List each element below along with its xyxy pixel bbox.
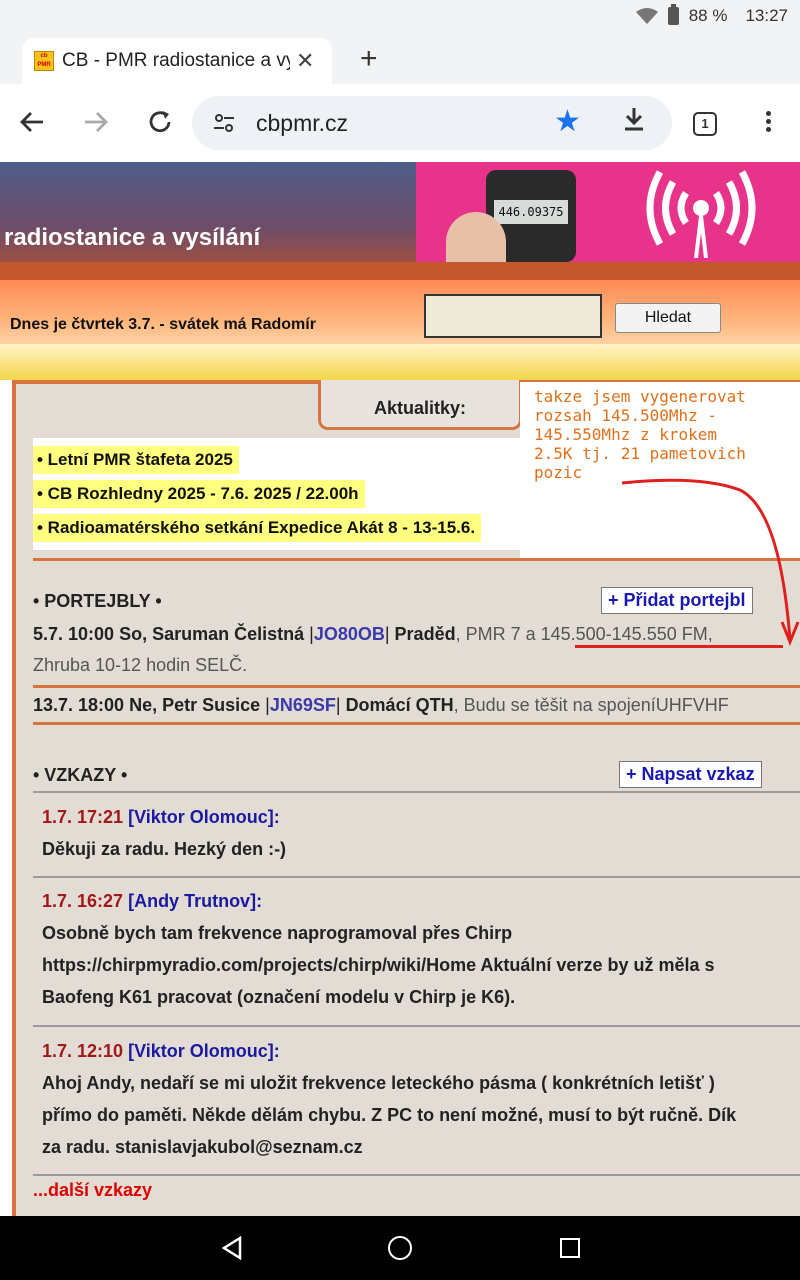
- date-search-bar: Dnes je čtvrtek 3.7. - svátek má Radomír…: [0, 280, 800, 344]
- news-item[interactable]: • CB Rozhledny 2025 - 7.6. 2025 / 22.00h: [33, 480, 365, 508]
- battery-icon: [667, 4, 679, 25]
- download-icon[interactable]: [622, 106, 646, 139]
- portejbl-info: , Budu se těšit na spojeníUHFVHF: [453, 695, 729, 715]
- banner-strip: [0, 262, 800, 280]
- site-settings-icon[interactable]: [212, 111, 236, 135]
- message-text: https://chirpmyradio.com/projects/chirp/…: [42, 955, 715, 975]
- message-item: 1.7. 12:10 [Viktor Olomouc]: Ahoj Andy, …: [42, 1035, 792, 1163]
- divider: [33, 1174, 800, 1176]
- nav-back-icon[interactable]: [220, 1236, 244, 1260]
- forward-arrow-icon[interactable]: [78, 104, 114, 140]
- more-messages-link[interactable]: ...další vzkazy: [33, 1180, 152, 1201]
- site-title: radiostanice a vysílání: [4, 224, 261, 251]
- portejbl-when: 13.7. 18:00 Ne, Petr Susice: [33, 695, 261, 715]
- message-text: za radu. stanislavjakubol@seznam.cz: [42, 1137, 363, 1157]
- status-bar: 88 % 13:27: [0, 0, 800, 34]
- message-text: Děkuji za radu. Hezký den :-): [42, 839, 287, 859]
- site-favicon-icon: cb PMR: [34, 51, 54, 71]
- bookmark-star-icon[interactable]: ★: [554, 104, 581, 139]
- write-message-button[interactable]: + Napsat vzkaz: [619, 761, 762, 788]
- red-arrow-annotation: [621, 478, 800, 647]
- divider: [33, 722, 800, 725]
- message-header: 1.7. 12:10 [Viktor Olomouc]:: [42, 1035, 792, 1067]
- url-text[interactable]: cbpmr.cz: [256, 110, 348, 137]
- menu-dots-icon[interactable]: [756, 108, 780, 140]
- message-time: 1.7. 12:10: [42, 1041, 124, 1061]
- news-item[interactable]: • Radioamatérského setkání Expedice Akát…: [33, 514, 482, 542]
- news-box: • Letní PMR štafeta 2025 • CB Rozhledny …: [33, 438, 521, 550]
- banner-image: 446.09375: [416, 162, 800, 262]
- new-tab-plus-icon[interactable]: +: [360, 42, 378, 76]
- locator-link[interactable]: JO80OB: [314, 624, 385, 644]
- message-author: [Andy Trutnov]:: [128, 891, 263, 911]
- portejbl-info-cont: Zhruba 10-12 hodin SELČ.: [33, 655, 248, 675]
- tab-switcher-button[interactable]: 1: [693, 112, 717, 136]
- locator-link[interactable]: JN69SF: [270, 695, 336, 715]
- nav-recents-icon[interactable]: [560, 1238, 580, 1258]
- browser-toolbar: cbpmr.cz ★ 1: [0, 84, 800, 162]
- vzkazy-heading: • VZKAZY •: [33, 765, 128, 785]
- news-item[interactable]: • Letní PMR štafeta 2025: [33, 446, 239, 474]
- message-time: 1.7. 17:21: [42, 807, 124, 827]
- system-nav-bar: [0, 1216, 800, 1280]
- message-item: 1.7. 16:27 [Andy Trutnov]: Osobně bych t…: [42, 885, 792, 1013]
- divider: [33, 876, 800, 878]
- nav-home-icon[interactable]: [388, 1236, 412, 1260]
- search-button[interactable]: Hledat: [615, 303, 721, 333]
- divider: [33, 685, 800, 688]
- gold-divider: [0, 344, 800, 380]
- site-banner: radiostanice a vysílání 446.09375: [0, 162, 800, 280]
- message-header: 1.7. 17:21 [Viktor Olomouc]:: [42, 801, 792, 833]
- message-time: 1.7. 16:27: [42, 891, 124, 911]
- close-icon[interactable]: ✕: [296, 48, 314, 74]
- portejbly-heading: • PORTEJBLY •: [33, 591, 162, 611]
- address-bar[interactable]: cbpmr.cz ★: [192, 96, 672, 150]
- back-arrow-icon[interactable]: [14, 104, 50, 140]
- message-author: [Viktor Olomouc]:: [128, 1041, 280, 1061]
- reload-icon[interactable]: [142, 104, 178, 140]
- message-text: Baofeng K61 pracovat (označení modelu v …: [42, 987, 516, 1007]
- tab-title: CB - PMR radiostanice a vysílání: [62, 50, 290, 71]
- message-text: přímo do paměti. Někde dělám chybu. Z PC…: [42, 1105, 737, 1125]
- search-input[interactable]: [424, 294, 602, 338]
- message-header: 1.7. 16:27 [Andy Trutnov]:: [42, 885, 792, 917]
- browser-tab[interactable]: cb PMR CB - PMR radiostanice a vysílání …: [22, 38, 332, 84]
- tab-strip: cb PMR CB - PMR radiostanice a vysílání …: [0, 34, 800, 84]
- wifi-icon: [635, 8, 658, 24]
- portejbl-place: Praděd: [394, 624, 456, 644]
- portejbl-row[interactable]: 13.7. 18:00 Ne, Petr Susice |JN69SF| Dom…: [33, 690, 729, 721]
- radio-display: 446.09375: [494, 200, 568, 224]
- portejbl-row-cont: Zhruba 10-12 hodin SELČ.: [33, 650, 247, 681]
- portejbl-when: 5.7. 10:00 So, Saruman Čelistná: [33, 624, 305, 644]
- portejbl-place: Domácí QTH: [345, 695, 454, 715]
- message-item: 1.7. 17:21 [Viktor Olomouc]: Děkuji za r…: [42, 801, 792, 865]
- message-text: Ahoj Andy, nedaří se mi uložit frekvence…: [42, 1073, 715, 1093]
- clock: 13:27: [745, 6, 788, 25]
- divider: [33, 1025, 800, 1027]
- message-author: [Viktor Olomouc]:: [128, 807, 280, 827]
- message-text: Osobně bych tam frekvence naprogramoval …: [42, 923, 513, 943]
- status-icons: 88 % 13:27: [635, 4, 788, 26]
- news-tab-label: Aktualitky:: [318, 380, 522, 430]
- antenna-signal-icon: [646, 170, 756, 258]
- date-nameday-text: Dnes je čtvrtek 3.7. - svátek má Radomír: [10, 316, 316, 333]
- battery-level: 88 %: [688, 6, 728, 25]
- divider: [33, 791, 800, 793]
